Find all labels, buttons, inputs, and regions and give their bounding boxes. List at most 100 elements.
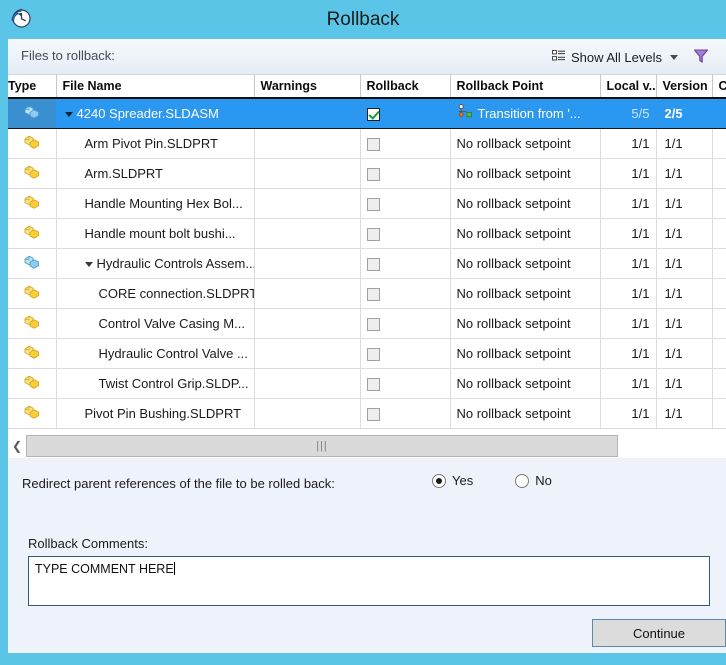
rollback-checkbox[interactable] [366,317,380,331]
column-header-type[interactable]: Type [8,75,57,99]
cell-rollback-point: No rollback setpoint [450,398,601,429]
cell-file-name: Pivot Pin Bushing.SLDPRT [56,398,255,429]
rollback-checkbox[interactable] [366,377,380,391]
table-row[interactable]: Hydraulic Control Valve ... No rollback s… [8,338,726,369]
redirect-yes-radio[interactable]: Yes [432,473,473,488]
cell-file-name: Hydraulic Controls Assem... [56,248,255,279]
cell-rollback-point: No rollback setpoint [450,158,601,189]
rollback-checkbox[interactable] [366,197,380,211]
tree-levels-icon [551,49,566,65]
cell-file-name: 4240 Spreader.SLDASM [56,98,255,129]
cell-local-version: 1/1 [600,368,657,399]
comment-text: TYPE COMMENT HERE [35,562,174,576]
rollback-checkbox[interactable] [366,257,380,271]
redirect-yes-label: Yes [452,473,474,488]
chevron-left-icon[interactable]: ❮ [8,434,26,457]
show-all-levels-button[interactable]: Show All Levels [551,47,678,67]
table-header-row: Type File Name Warnings Rollback Rollbac… [8,75,726,99]
part-icon [23,315,41,333]
redirect-parent-references-label: Redirect parent references of the file t… [22,476,335,491]
column-header-local-version[interactable]: Local v... [600,75,657,99]
column-header-version[interactable]: Version [656,75,713,99]
rollback-comments-input[interactable]: TYPE COMMENT HERE [28,556,710,606]
cell-local-version: 1/1 [600,158,657,189]
cell-rollback [360,128,451,159]
page-title: Rollback [326,9,400,30]
rollback-checkbox[interactable] [366,167,380,181]
cell-warnings [254,218,361,249]
cell-checked-out [712,188,726,219]
part-icon [23,285,41,303]
version-label: 1/1 [664,375,683,391]
cell-type [8,398,57,429]
rollback-checkbox[interactable] [366,107,380,121]
part-icon [23,345,41,363]
column-header-file-name[interactable]: File Name [56,75,255,99]
horizontal-scrollbar[interactable]: ❮ ||| [8,434,726,457]
window-bottom-border [0,653,726,665]
cell-type [8,308,57,339]
table-row[interactable]: 4240 Spreader.SLDASM Transition from '...… [8,98,726,129]
redirect-no-label: No [535,473,552,488]
file-name-label: Handle mount bolt bushi... [84,225,236,241]
rollback-checkbox[interactable] [366,407,380,421]
part-icon [23,405,41,423]
redirect-radio-group: Yes No [432,473,552,488]
rollback-point-label: No rollback setpoint [456,405,571,421]
cell-version: 2/5 [656,98,713,129]
cell-type [8,98,57,129]
scrollbar-track[interactable]: ||| [26,434,726,457]
rollback-point-label: No rollback setpoint [456,345,571,361]
cell-warnings [254,98,361,129]
table-row[interactable]: Arm.SLDPRT No rollback setpoint 1/1 1/1 [8,158,726,189]
file-name-label: Twist Control Grip.SLDP... [98,375,249,391]
table-row[interactable]: Control Valve Casing M... No rollback set… [8,308,726,339]
table-row[interactable]: Twist Control Grip.SLDP... No rollback se… [8,368,726,399]
expander-triangle-icon[interactable] [64,111,73,117]
rollback-comments-label: Rollback Comments: [28,536,148,551]
cell-rollback-point: Transition from '... [450,98,601,129]
continue-button[interactable]: Continue [592,619,726,647]
rollback-checkbox[interactable] [366,347,380,361]
filter-funnel-icon[interactable] [692,47,712,67]
column-header-rollback-point[interactable]: Rollback Point [450,75,601,99]
cell-rollback-point: No rollback setpoint [450,338,601,369]
column-header-warnings[interactable]: Warnings [254,75,361,99]
rollback-checkbox[interactable] [366,227,380,241]
cell-warnings [254,398,361,429]
scrollbar-thumb[interactable]: ||| [26,434,618,457]
cell-rollback [360,278,451,309]
workflow-transition-icon [457,104,473,122]
cell-rollback-point: No rollback setpoint [450,278,601,309]
files-to-rollback-label: Files to rollback: [21,48,115,63]
radio-dot-icon [515,473,530,488]
table-row[interactable]: CORE connection.SLDPRT No rollback setpoi… [8,278,726,309]
files-grid-panel: Files to rollback: Show All Levels Type … [8,39,726,459]
redirect-no-radio[interactable]: No [515,473,552,488]
table-row[interactable]: Handle Mounting Hex Bol... No rollback se… [8,188,726,219]
cell-checked-out [712,338,726,369]
version-label: 2/5 [664,105,683,121]
cell-warnings [254,338,361,369]
cell-local-version: 1/1 [600,188,657,219]
table-row[interactable]: Arm Pivot Pin.SLDPRT No rollback setpoint… [8,128,726,159]
table-row[interactable]: Hydraulic Controls Assem... No rollback s… [8,248,726,279]
file-name-label: Hydraulic Controls Assem... [96,255,254,271]
cell-type [8,338,57,369]
cell-rollback [360,218,451,249]
expander-triangle-icon[interactable] [84,261,93,267]
table-row[interactable]: Handle mount bolt bushi... No rollback se… [8,218,726,249]
column-header-checked-out[interactable]: Ch... [712,75,726,99]
cell-rollback-point: No rollback setpoint [450,248,601,279]
cell-type [8,158,57,189]
cell-rollback [360,248,451,279]
column-header-rollback[interactable]: Rollback [360,75,451,99]
version-label: 1/1 [664,315,683,331]
rollback-checkbox[interactable] [366,137,380,151]
version-label: 1/1 [664,345,683,361]
table-row[interactable]: Pivot Pin Bushing.SLDPRT No rollback setp… [8,398,726,429]
rollback-checkbox[interactable] [366,287,380,301]
cell-checked-out [712,398,726,429]
files-table-scroll[interactable]: Type File Name Warnings Rollback Rollbac… [8,75,726,459]
cell-type [8,128,57,159]
